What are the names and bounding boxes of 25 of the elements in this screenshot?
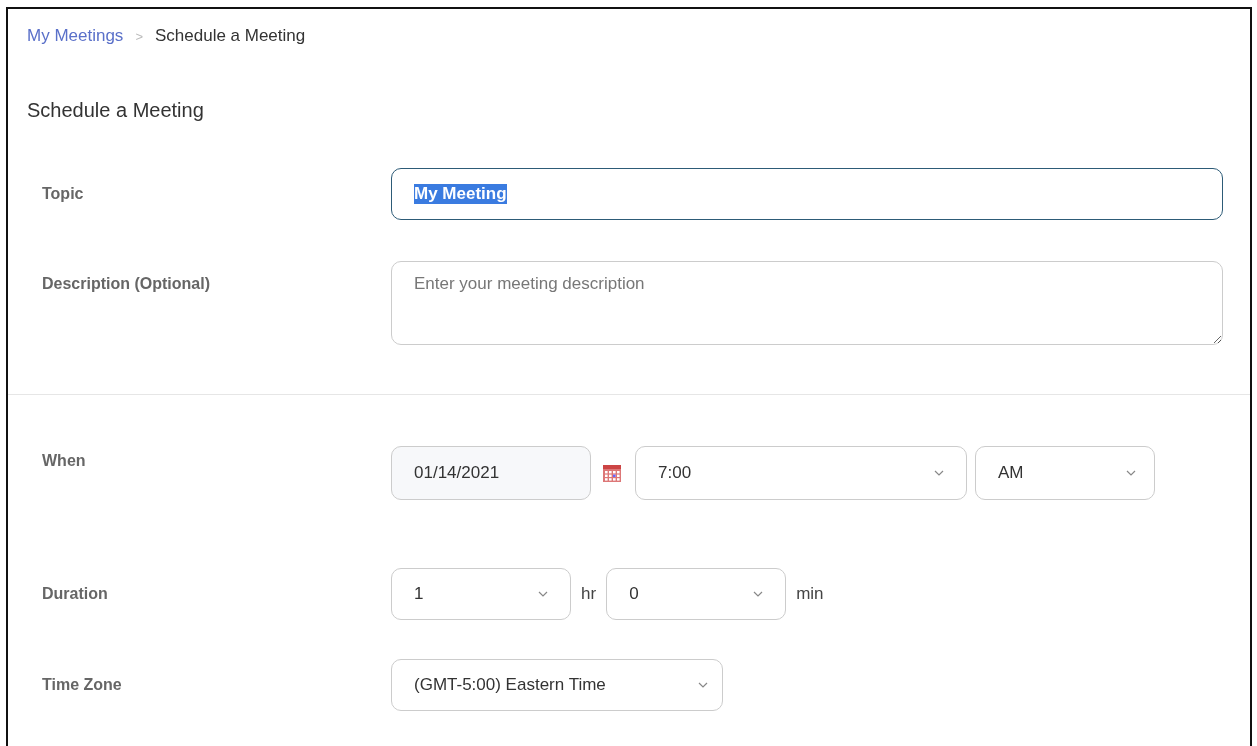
chevron-down-icon — [934, 470, 944, 476]
chevron-down-icon — [753, 591, 764, 597]
time-select[interactable]: 7:00 — [635, 446, 967, 500]
topic-field[interactable]: My Meeting — [391, 168, 1223, 220]
breadcrumb-separator: > — [135, 28, 143, 44]
hours-select[interactable]: 1 — [391, 568, 571, 620]
chevron-down-icon — [1126, 470, 1136, 476]
field-label: When — [42, 451, 87, 470]
ampm-select[interactable]: AM — [975, 446, 1155, 500]
unit-label: min — [796, 584, 824, 604]
calendar-icon[interactable] — [603, 464, 621, 482]
field-label: Time Zone — [42, 676, 123, 694]
page-title: Schedule a Meeting — [26, 98, 205, 122]
time-zone-select[interactable]: (GMT-5:00) Eastern Time — [391, 659, 723, 711]
field-label: Duration — [42, 585, 109, 603]
field-label: Description (Optional) — [42, 274, 211, 293]
breadcrumb-link[interactable]: My Meetings — [27, 26, 124, 46]
unit-label: hr — [581, 584, 597, 604]
minutes-select[interactable]: 0 — [606, 568, 787, 620]
chevron-down-icon — [538, 591, 548, 597]
chevron-down-icon — [698, 682, 708, 688]
description-field[interactable]: Enter your meeting description — [391, 261, 1223, 345]
field-label: Topic — [42, 185, 85, 203]
breadcrumb-current: Schedule a Meeting — [154, 26, 306, 46]
date-field[interactable]: 01/14/2021 — [391, 446, 591, 500]
